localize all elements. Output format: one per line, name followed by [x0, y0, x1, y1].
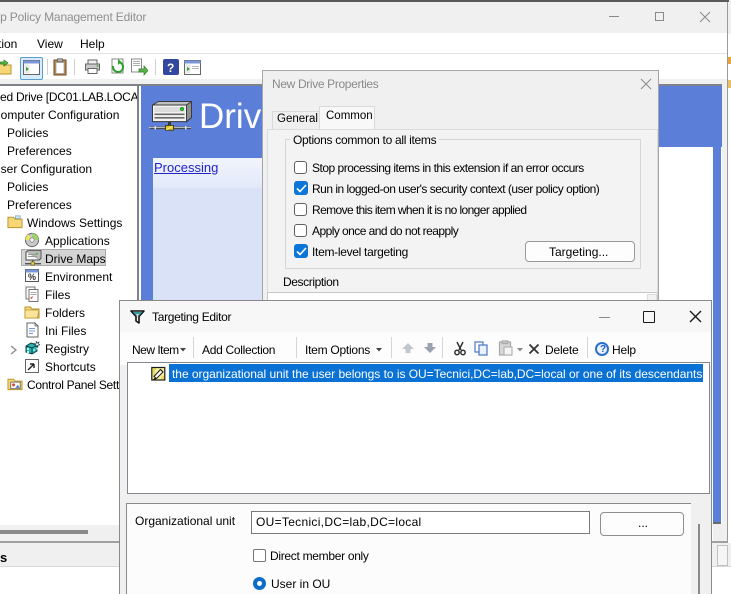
svg-text:%: %: [28, 272, 36, 282]
